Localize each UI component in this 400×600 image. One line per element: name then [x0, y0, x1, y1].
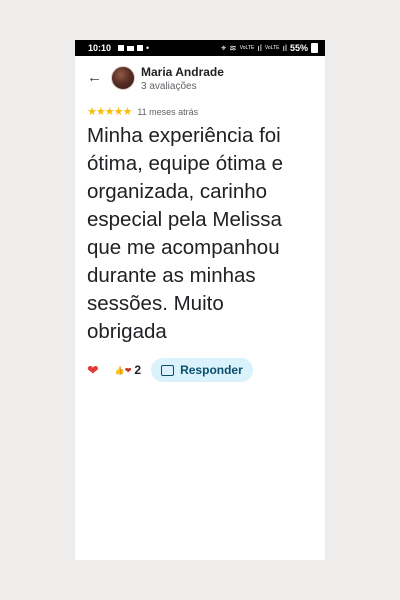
reply-icon [161, 364, 175, 376]
reactions-icon: 👍❤ [114, 365, 132, 375]
review-count: 3 avaliações [141, 81, 197, 92]
signal-icon-1: ıl [257, 43, 262, 53]
folder-notification-icon [127, 45, 135, 51]
status-time: 10:10 [88, 43, 112, 53]
reaction-count: 2 [134, 363, 142, 377]
network-label-2: VoLTE [264, 44, 280, 51]
battery-icon [311, 43, 318, 53]
gallery-notification-icon [118, 45, 125, 51]
network-label-1: VoLTE [239, 44, 255, 51]
rating-row: ★★★★★ 11 meses atrás [87, 105, 198, 118]
reply-label: Responder [180, 363, 243, 377]
status-bar: 10:10 • ⌖ ≋ VoLTE ıl VoLTE ıl 55% [75, 40, 325, 56]
heart-reaction-icon[interactable]: ❤ [87, 362, 99, 379]
facebook-notification-icon [137, 45, 144, 51]
phone-screen: 10:10 • ⌖ ≋ VoLTE ıl VoLTE ıl 55% ← Mari… [75, 40, 325, 560]
review-header: ← Maria Andrade 3 avaliações [75, 62, 325, 98]
signal-icon-2: ıl [282, 43, 287, 53]
reviewer-name[interactable]: Maria Andrade [141, 65, 224, 79]
back-arrow-icon[interactable]: ← [87, 69, 102, 86]
review-date: 11 meses atrás [137, 106, 199, 117]
reactions-summary[interactable]: 👍❤ 2 [115, 363, 141, 377]
review-actions: ❤ 👍❤ 2 Responder [87, 358, 253, 382]
dot-icon: • [146, 43, 150, 53]
battery-percent: 55% [289, 43, 308, 53]
avatar[interactable] [111, 66, 135, 90]
wifi-icon: ≋ [229, 42, 237, 53]
location-icon: ⌖ [221, 42, 227, 53]
reply-button[interactable]: Responder [151, 358, 253, 382]
review-text: Minha experiência foi ótima, equipe ótim… [87, 124, 284, 343]
star-rating: ★★★★★ [87, 106, 132, 118]
